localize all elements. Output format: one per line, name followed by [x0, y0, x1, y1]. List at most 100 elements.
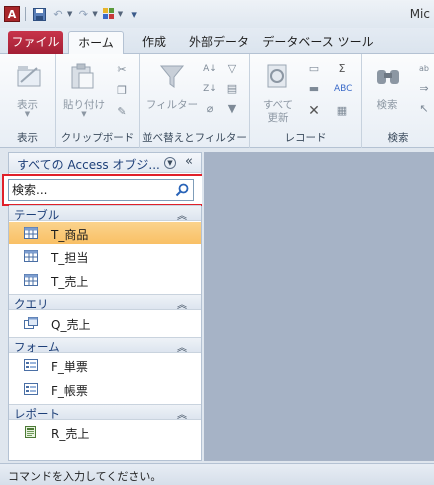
nav-item-report[interactable]: R_売上 [9, 421, 201, 443]
save-icon[interactable] [31, 6, 47, 22]
ribbon-tab-row: ファイル ホーム 作成 外部データ データベース ツール [0, 28, 434, 55]
filter-icon[interactable] [158, 62, 186, 90]
totals-icon[interactable]: Σ [334, 62, 350, 76]
table-icon [24, 274, 38, 286]
title-bar: A ↶ ▼ ↷ ▼ ▼ ▾ Mic [0, 0, 434, 28]
nav-section-tables[interactable]: テーブル ︽ [9, 205, 201, 222]
group-records-label: レコード [284, 132, 327, 144]
nav-item-table[interactable]: T_担当 [9, 245, 201, 267]
collapse-pane-icon[interactable]: « [185, 154, 193, 169]
nav-item-label: F_単票 [51, 360, 88, 374]
toggle-filter-icon[interactable]: ▼ [224, 102, 240, 116]
nav-item-label: F_帳票 [51, 384, 88, 398]
group-clipboard: 貼り付け ▼ ✂ ❐ ✎ クリップボード [56, 54, 140, 148]
navigation-pane: すべての Access オブジ... ▼ « テーブル ︽ T_商品 T_担当 … [2, 152, 204, 461]
group-sort-filter-label: 並べ替えとフィルター [142, 132, 247, 144]
ribbon: 表示 ▼ 表示 貼り付け ▼ ✂ ❐ ✎ クリップボード フィルター A↓ Z↓… [0, 54, 434, 148]
nav-item-form[interactable]: F_帳票 [9, 378, 201, 400]
table-icon [24, 227, 38, 239]
more-icon[interactable]: ▦ [334, 104, 350, 118]
nav-item-label: T_売上 [51, 275, 89, 289]
clear-sort-icon[interactable]: ⌀ [202, 102, 218, 116]
qat-divider [25, 7, 26, 21]
group-find-label: 検索 [387, 132, 409, 144]
tab-create[interactable]: 作成 [134, 31, 174, 54]
report-icon [25, 426, 36, 438]
group-clipboard-label: クリップボード [60, 132, 135, 144]
delete-record-icon[interactable]: ✕ [306, 104, 322, 118]
nav-item-query[interactable]: Q_売上 [9, 312, 201, 334]
palette-icon[interactable] [101, 6, 117, 22]
nav-item-label: T_商品 [51, 228, 89, 242]
status-text: コマンドを入力してください。 [8, 470, 162, 483]
form-icon [24, 383, 38, 395]
goto-icon[interactable]: ⇒ [416, 82, 432, 96]
refresh-all-icon[interactable] [264, 62, 292, 90]
tab-home[interactable]: ホーム [68, 31, 124, 55]
form-icon [24, 359, 38, 371]
nav-section-queries[interactable]: クエリ ︽ [9, 294, 201, 311]
section-label: クエリ [14, 297, 49, 311]
chevron-up-icon[interactable]: ︽ [177, 339, 187, 354]
chevron-up-icon[interactable]: ︽ [177, 207, 187, 222]
view-icon[interactable] [15, 62, 43, 90]
status-bar: コマンドを入力してください。 [0, 463, 434, 485]
select-icon[interactable]: ↖ [416, 102, 432, 116]
cut-icon[interactable]: ✂ [114, 63, 130, 77]
section-label: フォーム [14, 340, 60, 354]
quick-access-toolbar: A ↶ ▼ ↷ ▼ ▼ ▾ [4, 6, 142, 22]
chevron-up-icon[interactable]: ︽ [177, 296, 187, 311]
access-app-icon[interactable]: A [4, 6, 20, 22]
nav-item-label: R_売上 [51, 427, 90, 441]
format-painter-icon[interactable]: ✎ [114, 105, 130, 119]
tab-file[interactable]: ファイル [8, 31, 63, 54]
section-label: レポート [14, 407, 60, 421]
nav-pane-title[interactable]: すべての Access オブジ... [17, 156, 160, 173]
binoculars-icon[interactable] [374, 62, 402, 90]
nav-item-label: Q_売上 [51, 318, 91, 332]
chevron-up-icon[interactable]: ︽ [177, 406, 187, 421]
view-dropdown-icon[interactable]: ▼ [0, 110, 55, 118]
sort-ascending-icon[interactable]: A↓ [202, 62, 218, 76]
nav-item-table[interactable]: T_売上 [9, 269, 201, 291]
tab-database-tools[interactable]: データベース ツール [262, 31, 374, 54]
nav-section-reports[interactable]: レポート ︽ [9, 404, 201, 421]
nav-pane-header[interactable]: すべての Access オブジ... ▼ « [9, 153, 201, 173]
query-icon [24, 317, 38, 329]
undo-dropdown-icon[interactable]: ▼ [67, 10, 72, 18]
group-view-label: 表示 [17, 132, 38, 144]
redo-dropdown-icon[interactable]: ▼ [92, 10, 97, 18]
nav-search-input[interactable] [9, 180, 173, 200]
window-title: Mic [409, 7, 430, 21]
undo-icon[interactable]: ↶ [50, 6, 66, 22]
spelling-icon[interactable]: ABC [334, 82, 352, 96]
replace-icon[interactable]: ab [416, 62, 432, 76]
redo-icon[interactable]: ↷ [75, 6, 91, 22]
nav-item-table[interactable]: T_商品 [9, 222, 201, 244]
tab-external-data[interactable]: 外部データ [184, 31, 254, 54]
search-highlight-box [2, 174, 204, 206]
nav-item-label: T_担当 [51, 251, 89, 265]
nav-item-form[interactable]: F_単票 [9, 354, 201, 376]
refresh-label[interactable]: 更新 [252, 110, 304, 125]
nav-menu-dropdown-icon[interactable]: ▼ [164, 157, 176, 169]
new-record-icon[interactable]: ▭ [306, 62, 322, 76]
paste-icon[interactable] [68, 62, 96, 90]
find-button-label[interactable]: 検索 [364, 97, 410, 112]
palette-dropdown-icon[interactable]: ▼ [118, 10, 123, 18]
nav-section-forms[interactable]: フォーム ︽ [9, 337, 201, 354]
nav-search-box [8, 179, 194, 201]
group-view: 表示 ▼ 表示 [0, 54, 56, 148]
copy-icon[interactable]: ❐ [114, 84, 130, 98]
advanced-filter-icon[interactable]: ▤ [224, 82, 240, 96]
sort-descending-icon[interactable]: Z↓ [202, 82, 218, 96]
table-icon [24, 250, 38, 262]
group-find: 検索 ab ⇒ ↖ 検索 [362, 54, 434, 148]
group-sort-filter: フィルター A↓ Z↓ ⌀ ▽ ▤ ▼ 並べ替えとフィルター [140, 54, 250, 148]
filter-button-label[interactable]: フィルター [142, 97, 202, 112]
paste-dropdown-icon[interactable]: ▼ [60, 110, 108, 118]
customize-icon[interactable]: ▾ [126, 6, 142, 22]
save-record-icon[interactable]: ▬ [306, 82, 322, 96]
search-icon[interactable] [174, 182, 190, 198]
selection-filter-icon[interactable]: ▽ [224, 62, 240, 76]
